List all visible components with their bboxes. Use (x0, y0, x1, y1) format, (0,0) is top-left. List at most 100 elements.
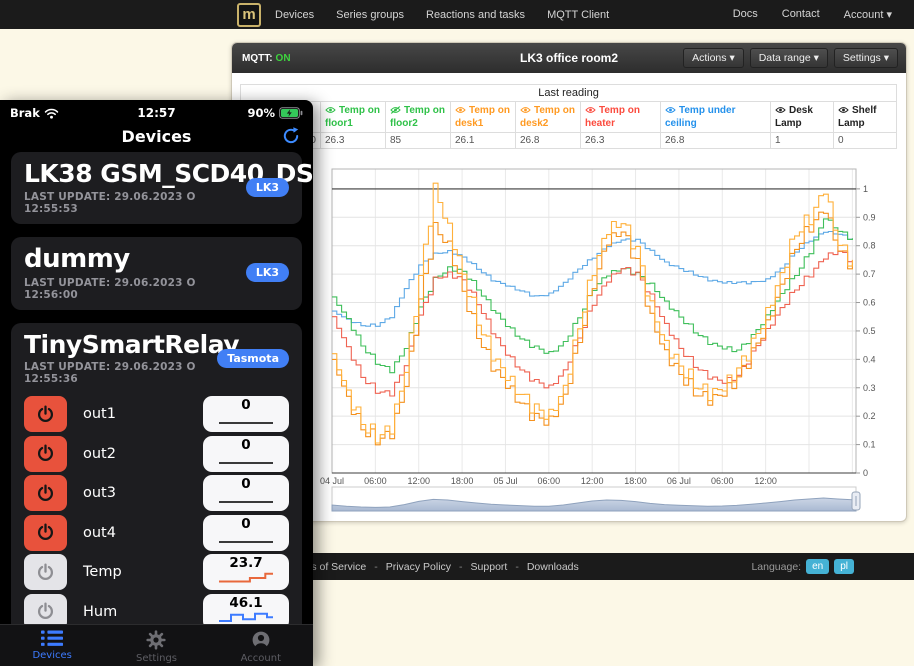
tab-label: Devices (32, 650, 71, 661)
reading-value: 26.8 (516, 133, 581, 149)
nav-item-reactions-and-tasks[interactable]: Reactions and tasks (426, 9, 525, 21)
y-axis-tick: 0.8 (863, 241, 876, 251)
nav-item-mqtt-client[interactable]: MQTT Client (547, 9, 609, 21)
sparkline (217, 611, 275, 624)
channel-value-box: 0 (203, 515, 289, 551)
gear-icon (146, 630, 166, 650)
y-axis-tick: 0 (863, 468, 868, 478)
column-header-shelf-lamp[interactable]: Shelf Lamp (834, 102, 897, 133)
nav-item-devices[interactable]: Devices (275, 9, 314, 21)
device-type-badge: Tasmota (217, 349, 289, 368)
relay-row-temp: Temp23.7 (24, 552, 289, 592)
nav-item-series-groups[interactable]: Series groups (336, 9, 404, 21)
device-name: LK38 GSM_SCD40_DS (24, 160, 238, 189)
sparkline (217, 492, 275, 505)
refresh-icon[interactable] (281, 126, 301, 146)
channel-value: 46.1 (229, 596, 262, 611)
phone-status-bar: Brak 12:57 90% (0, 100, 313, 124)
column-header-temp-on-floor1[interactable]: Temp on floor1 (321, 102, 386, 133)
power-icon (35, 483, 56, 504)
navigator-handle[interactable] (852, 492, 860, 510)
sparkline (217, 453, 275, 466)
power-toggle-out1[interactable] (24, 396, 67, 432)
channel-value-box: 0 (203, 436, 289, 472)
column-header-temp-on-floor2[interactable]: Temp on floor2 (386, 102, 451, 133)
reading-value: 26.3 (321, 133, 386, 149)
device-card[interactable]: dummy LAST UPDATE: 29.06.2023 O 12:56:00… (11, 237, 302, 310)
carrier-label: Brak (10, 106, 40, 120)
mqtt-state: ON (276, 53, 291, 64)
table-header-row: Temp on floor1Temp on floor2Temp on desk… (241, 102, 897, 133)
column-header-temp-on-desk2[interactable]: Temp on desk2 (516, 102, 581, 133)
phone-page-title: Devices (0, 127, 313, 146)
top-navbar: m Devices Series groups Reactions and task… (0, 0, 914, 29)
nav-item-contact[interactable]: Contact (782, 8, 820, 21)
power-toggle-out3[interactable] (24, 475, 67, 511)
column-header-temp-on-heater[interactable]: Temp on heater (581, 102, 661, 133)
language-button-pl[interactable]: pl (834, 559, 854, 574)
data-range-button[interactable]: Data range ▾ (750, 48, 828, 68)
footer-link-support[interactable]: Support (471, 561, 508, 573)
device-last-update: LAST UPDATE: 29.06.2023 O 12:56:00 (24, 277, 238, 301)
device-card-relay[interactable]: TinySmartRelay LAST UPDATE: 29.06.2023 O… (11, 323, 302, 641)
x-axis-tick: 06:00 (538, 476, 561, 486)
sparkline (217, 571, 275, 584)
column-header-temp-under-ceiling[interactable]: Temp under ceiling (661, 102, 771, 133)
footer-separator: - (459, 561, 463, 573)
panel-header: MQTT:ON LK3 office room2 Actions ▾Data r… (232, 43, 906, 73)
power-icon (35, 562, 56, 583)
tab-settings[interactable]: Settings (104, 625, 208, 666)
eye-icon (665, 106, 676, 114)
wifi-icon (44, 108, 59, 119)
device-list: LK38 GSM_SCD40_DS LAST UPDATE: 29.06.202… (0, 152, 313, 640)
actions-button[interactable]: Actions ▾ (683, 48, 744, 68)
channel-value: 0 (241, 438, 250, 453)
tab-devices[interactable]: Devices (0, 625, 104, 666)
x-axis-tick: 18:00 (451, 476, 474, 486)
y-axis-tick: 0.3 (863, 383, 876, 393)
table-value-row: 0026.38526.126.826.326.810 (241, 133, 897, 149)
time-series-chart[interactable]: 10.90.80.70.60.50.40.30.20.1004 Jul06:00… (232, 153, 904, 521)
channel-value: 0 (241, 398, 250, 413)
channel-label: out2 (83, 446, 203, 462)
dashboard-panel: MQTT:ON LK3 office room2 Actions ▾Data r… (231, 42, 907, 522)
nav-item-account[interactable]: Account ▾ (844, 8, 892, 21)
power-toggle-out4[interactable] (24, 515, 67, 551)
x-axis-tick: 12:00 (754, 476, 777, 486)
tab-account[interactable]: Account (209, 625, 313, 666)
y-axis-tick: 0.1 (863, 440, 876, 450)
language-button-en[interactable]: en (806, 559, 829, 574)
device-last-update: LAST UPDATE: 29.06.2023 O 12:55:36 (24, 361, 209, 385)
person-icon (251, 630, 271, 650)
reading-value: 26.8 (661, 133, 771, 149)
footer-link-downloads[interactable]: Downloads (527, 561, 579, 573)
navbar-menu: Devices Series groups Reactions and tasks M… (275, 9, 609, 21)
channel-value-box: 23.7 (203, 554, 289, 590)
power-toggle-out2[interactable] (24, 436, 67, 472)
channel-value-box: 0 (203, 475, 289, 511)
channel-label: Temp (83, 564, 203, 580)
device-card[interactable]: LK38 GSM_SCD40_DS LAST UPDATE: 29.06.202… (11, 152, 302, 224)
clock: 12:57 (98, 106, 215, 120)
reading-value: 26.1 (451, 133, 516, 149)
sparkline (217, 413, 275, 426)
battery-charging-icon (279, 107, 303, 119)
screen: m Devices Series groups Reactions and task… (0, 0, 914, 666)
column-header-temp-on-desk1[interactable]: Temp on desk1 (451, 102, 516, 133)
phone-tab-bar: Devices Settings (0, 624, 313, 666)
relay-row-out4: out40 (24, 513, 289, 553)
relay-channel-list: out10out20out30out40Temp23.7Hum46.1 (24, 394, 289, 631)
x-axis-tick: 05 Jul (493, 476, 517, 486)
settings-button[interactable]: Settings ▾ (834, 48, 898, 68)
footer-link-privacy-policy[interactable]: Privacy Policy (386, 561, 451, 573)
power-toggle-temp[interactable] (24, 554, 67, 590)
channel-label: out1 (83, 406, 203, 422)
reading-value: 0 (834, 133, 897, 149)
app-logo[interactable]: m (237, 3, 261, 27)
eye-icon (455, 106, 466, 114)
nav-item-docs[interactable]: Docs (733, 8, 758, 21)
x-axis-tick: 18:00 (624, 476, 647, 486)
tab-label: Account (241, 653, 281, 664)
y-axis-tick: 1 (863, 184, 868, 194)
column-header-desk-lamp[interactable]: Desk Lamp (771, 102, 834, 133)
